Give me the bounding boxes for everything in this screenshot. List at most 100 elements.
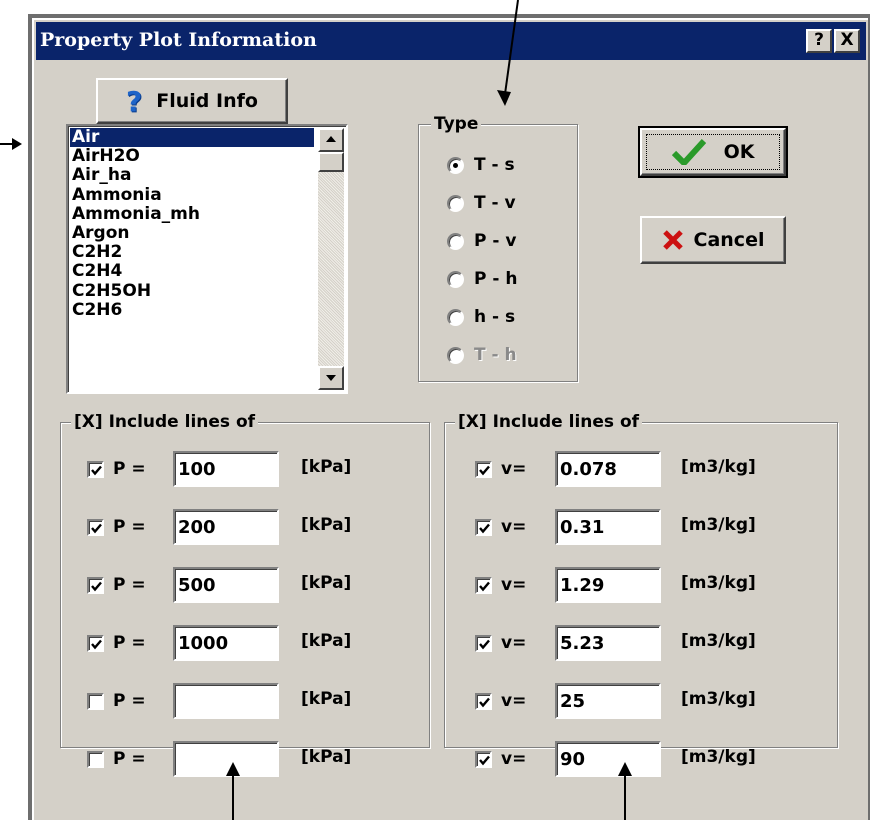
fluid-list-scrollbar[interactable] — [318, 128, 344, 390]
include-line-checkbox[interactable] — [475, 460, 492, 478]
list-item[interactable]: C2H4 — [70, 262, 314, 281]
line-value-input[interactable]: 0.31 — [555, 509, 661, 545]
scroll-thumb[interactable] — [318, 152, 344, 172]
include-line-checkbox[interactable] — [87, 634, 104, 652]
include-line-checkbox[interactable] — [475, 634, 492, 652]
radio-button[interactable] — [447, 194, 464, 212]
unit-label: [m3/kg] — [681, 573, 756, 593]
type-option-3[interactable]: P - h — [447, 269, 517, 289]
line-value-input[interactable]: 5.23 — [555, 625, 661, 661]
pressure-group-label: [X] Include lines of — [71, 412, 259, 432]
radio-button[interactable] — [447, 156, 464, 174]
checkmark-icon — [479, 465, 490, 475]
volume-group-label: [X] Include lines of — [455, 412, 643, 432]
unit-label: [kPa] — [301, 515, 352, 535]
type-group-label: Type — [431, 114, 482, 134]
fluid-listbox[interactable]: Air AirH2O Air_ha Ammonia Ammonia_mh Argon C2H… — [66, 124, 348, 394]
dialog-body: Property Plot Information ? X ? Fluid In… — [32, 18, 868, 820]
volume_group-row-5: v= — [475, 749, 526, 769]
checkmark-icon — [479, 523, 490, 533]
unit-label: [kPa] — [301, 573, 352, 593]
cancel-button[interactable]: Cancel — [640, 216, 786, 264]
checkmark-icon — [479, 639, 490, 649]
type-option-4[interactable]: h - s — [447, 307, 515, 327]
radio-label: T - v — [474, 193, 516, 213]
list-item[interactable]: Air_ha — [70, 166, 314, 185]
include-line-checkbox[interactable] — [475, 576, 492, 594]
radio-button[interactable] — [447, 232, 464, 250]
fluid-info-button[interactable]: ? Fluid Info — [96, 78, 288, 124]
focus-ring — [646, 134, 780, 170]
include-line-checkbox[interactable] — [475, 750, 492, 768]
unit-label: [kPa] — [301, 631, 352, 651]
line-value-input[interactable]: 90 — [555, 741, 661, 777]
variable-label: v= — [501, 517, 527, 537]
volume_group-row-4: v= — [475, 691, 526, 711]
list-item[interactable]: Argon — [70, 224, 314, 243]
list-item[interactable]: Ammonia — [70, 185, 314, 205]
line-value-input[interactable]: 25 — [555, 683, 661, 719]
type-option-5: T - h — [447, 345, 517, 365]
radio-label: h - s — [474, 307, 516, 327]
type-option-1[interactable]: T - v — [447, 193, 516, 213]
line-value-input[interactable]: 200 — [173, 509, 279, 545]
type-option-0[interactable]: T - s — [447, 155, 515, 175]
pressure_group-row-2: P = — [87, 575, 146, 595]
checkmark-icon — [479, 697, 490, 707]
checkmark-icon — [91, 523, 102, 533]
variable-label: v= — [501, 749, 527, 769]
include-line-checkbox[interactable] — [87, 576, 104, 594]
variable-label: P = — [113, 459, 146, 479]
list-item[interactable]: C2H2 — [70, 243, 314, 262]
line-value-input[interactable]: 1.29 — [555, 567, 661, 603]
include-line-checkbox[interactable] — [87, 692, 104, 710]
line-value-input[interactable]: 0.078 — [555, 451, 661, 487]
list-item[interactable]: C2H6 — [70, 300, 314, 320]
scroll-down-button[interactable] — [318, 366, 344, 390]
include-line-checkbox[interactable] — [87, 750, 104, 768]
variable-label: v= — [501, 691, 527, 711]
include-line-checkbox[interactable] — [87, 460, 104, 478]
checkmark-icon — [479, 755, 490, 765]
line-value-input[interactable] — [173, 683, 279, 719]
radio-label: P - h — [474, 269, 518, 289]
type-group: Type T - s T - v P - v P - h h - s T - h — [418, 114, 578, 382]
ok-button[interactable]: OK — [638, 126, 788, 178]
down-arrow-icon — [326, 375, 336, 381]
radio-label: T - s — [474, 155, 515, 175]
volume_group-row-3: v= — [475, 633, 526, 653]
close-button[interactable]: X — [834, 29, 860, 53]
variable-label: P = — [113, 691, 146, 711]
include-line-checkbox[interactable] — [87, 518, 104, 536]
unit-label: [kPa] — [301, 689, 352, 709]
scroll-up-button[interactable] — [318, 128, 344, 152]
line-value-input[interactable]: 100 — [173, 451, 279, 487]
list-item[interactable]: AirH2O — [70, 147, 314, 166]
type-option-2[interactable]: P - v — [447, 231, 516, 251]
fluid-info-label: Fluid Info — [156, 90, 258, 112]
radio-button[interactable] — [447, 270, 464, 288]
variable-label: P = — [113, 575, 146, 595]
list-item[interactable]: Ammonia_mh — [70, 204, 314, 224]
title-bar[interactable]: Property Plot Information ? X — [36, 22, 866, 60]
line-value-input[interactable]: 1000 — [173, 625, 279, 661]
checkmark-icon — [91, 465, 102, 475]
pressure_group-row-0: P = — [87, 459, 146, 479]
help-button[interactable]: ? — [806, 29, 832, 53]
help-icon: ? — [126, 84, 143, 118]
radio-button[interactable] — [447, 308, 464, 326]
variable-label: v= — [501, 575, 527, 595]
include-line-checkbox[interactable] — [475, 692, 492, 710]
radio-label: T - h — [474, 345, 517, 365]
line-value-input[interactable]: 500 — [173, 567, 279, 603]
property-plot-dialog: Property Plot Information ? X ? Fluid In… — [28, 14, 870, 820]
list-item[interactable]: Air — [70, 128, 314, 147]
unit-label: [m3/kg] — [681, 515, 756, 535]
dialog-title: Property Plot Information — [40, 29, 317, 51]
include-line-checkbox[interactable] — [475, 518, 492, 536]
variable-label: v= — [501, 459, 527, 479]
pressure-lines-group: [X] Include lines of P = 100 [kPa] P = 200 [k… — [60, 412, 430, 777]
list-item[interactable]: C2H5OH — [70, 281, 314, 301]
checkmark-icon — [91, 581, 102, 591]
pressure_group-row-1: P = — [87, 517, 146, 537]
